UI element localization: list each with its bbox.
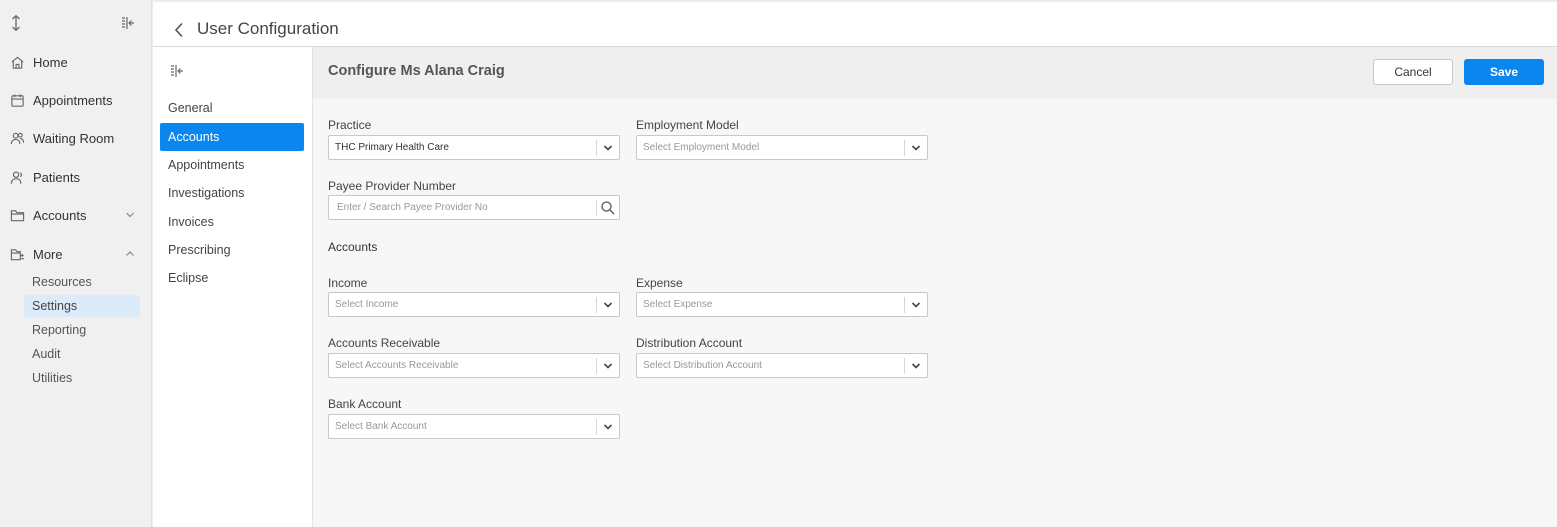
employment-model-placeholder: Select Employment Model — [643, 142, 760, 153]
payee-provider-label: Payee Provider Number — [328, 179, 457, 193]
employment-model-label: Employment Model — [636, 118, 739, 132]
distribution-account-select[interactable]: Select Distribution Account — [636, 353, 928, 378]
accounts-receivable-placeholder: Select Accounts Receivable — [335, 360, 459, 371]
distribution-account-placeholder: Select Distribution Account — [643, 360, 762, 371]
sidebar-sub-item-utilities[interactable]: Utilities — [24, 367, 140, 389]
user-icon — [9, 169, 25, 185]
save-button[interactable]: Save — [1464, 59, 1544, 85]
nav-item-waiting-room[interactable]: Waiting Room — [0, 125, 150, 151]
folder-icon — [9, 207, 25, 223]
income-placeholder: Select Income — [335, 299, 399, 310]
distribution-account-label: Distribution Account — [636, 336, 743, 350]
sidebar-sub-item-reporting[interactable]: Reporting — [24, 319, 140, 341]
nav-item-label: Home — [33, 54, 68, 70]
page-title: User Configuration — [197, 19, 339, 38]
nav-item-label: Accounts — [33, 207, 87, 223]
nav-item-label: Waiting Room — [33, 130, 115, 146]
expense-label: Expense — [636, 276, 683, 290]
practice-label: Practice — [328, 118, 372, 132]
config-menu-item-eclipse[interactable]: Eclipse — [160, 264, 304, 292]
accounts-receivable-select[interactable]: Select Accounts Receivable — [328, 353, 620, 378]
config-menu: General Accounts Appointments Investigat… — [153, 47, 313, 527]
nav-item-more[interactable]: More — [0, 241, 150, 267]
payee-provider-input[interactable] — [330, 197, 595, 218]
chevron-down-icon — [911, 363, 921, 369]
back-arrow-icon[interactable] — [173, 22, 185, 38]
chevron-down-icon — [911, 302, 921, 308]
config-menu-item-prescribing[interactable]: Prescribing — [160, 236, 304, 264]
collapse-menu-icon[interactable] — [170, 64, 184, 78]
collapse-sidebar-icon[interactable] — [121, 16, 135, 30]
bank-account-placeholder: Select Bank Account — [335, 421, 427, 432]
search-icon[interactable] — [600, 200, 615, 215]
chevron-up-icon — [126, 251, 134, 256]
cancel-button[interactable]: Cancel — [1373, 59, 1453, 85]
nav-item-accounts[interactable]: Accounts — [0, 202, 150, 228]
accounts-section-title: Accounts — [328, 240, 378, 254]
accounts-receivable-label: Accounts Receivable — [328, 336, 441, 350]
income-select[interactable]: Select Income — [328, 292, 620, 317]
config-menu-item-general[interactable]: General — [160, 94, 304, 122]
nav-item-label: Appointments — [33, 92, 113, 108]
config-menu-item-investigations[interactable]: Investigations — [160, 179, 304, 207]
expand-vertical-icon[interactable] — [9, 14, 23, 32]
sidebar-sub-item-audit[interactable]: Audit — [24, 343, 140, 365]
app-sidebar: Home Appointments Waiting Room Patients … — [0, 0, 152, 527]
nav-item-label: More — [33, 246, 63, 262]
content-title: Configure Ms Alana Craig — [328, 63, 505, 79]
income-label: Income — [328, 276, 368, 290]
users-icon — [9, 130, 25, 146]
content-header: Configure Ms Alana Craig Cancel Save — [313, 47, 1557, 99]
nav-item-label: Patients — [33, 169, 80, 185]
nav-item-appointments[interactable]: Appointments — [0, 87, 150, 113]
payee-provider-search — [328, 195, 620, 220]
sidebar-sub-item-settings[interactable]: Settings — [24, 295, 140, 317]
calendar-icon — [9, 92, 25, 108]
sidebar-sub-item-resources[interactable]: Resources — [24, 271, 140, 293]
nav-item-patients[interactable]: Patients — [0, 164, 150, 190]
employment-model-select[interactable]: Select Employment Model — [636, 135, 928, 160]
chevron-down-icon — [911, 145, 921, 151]
sidebar-header — [0, 0, 151, 46]
expense-select[interactable]: Select Expense — [636, 292, 928, 317]
chevron-down-icon — [603, 363, 613, 369]
expense-placeholder: Select Expense — [643, 299, 713, 310]
chevron-down-icon — [603, 424, 613, 430]
page-header: User Configuration — [153, 0, 1557, 47]
nav-item-home[interactable]: Home — [0, 49, 150, 75]
chevron-down-icon — [603, 302, 613, 308]
practice-value: THC Primary Health Care — [335, 142, 449, 153]
chevron-down-icon — [126, 212, 134, 218]
config-menu-item-invoices[interactable]: Invoices — [160, 208, 304, 236]
bank-account-select[interactable]: Select Bank Account — [328, 414, 620, 439]
bank-account-label: Bank Account — [328, 397, 402, 411]
practice-select[interactable]: THC Primary Health Care — [328, 135, 620, 160]
folder-tree-icon — [9, 246, 25, 262]
config-menu-item-accounts[interactable]: Accounts — [160, 123, 304, 151]
chevron-down-icon — [603, 145, 613, 151]
config-menu-item-appointments[interactable]: Appointments — [160, 151, 304, 179]
home-icon — [9, 54, 25, 70]
